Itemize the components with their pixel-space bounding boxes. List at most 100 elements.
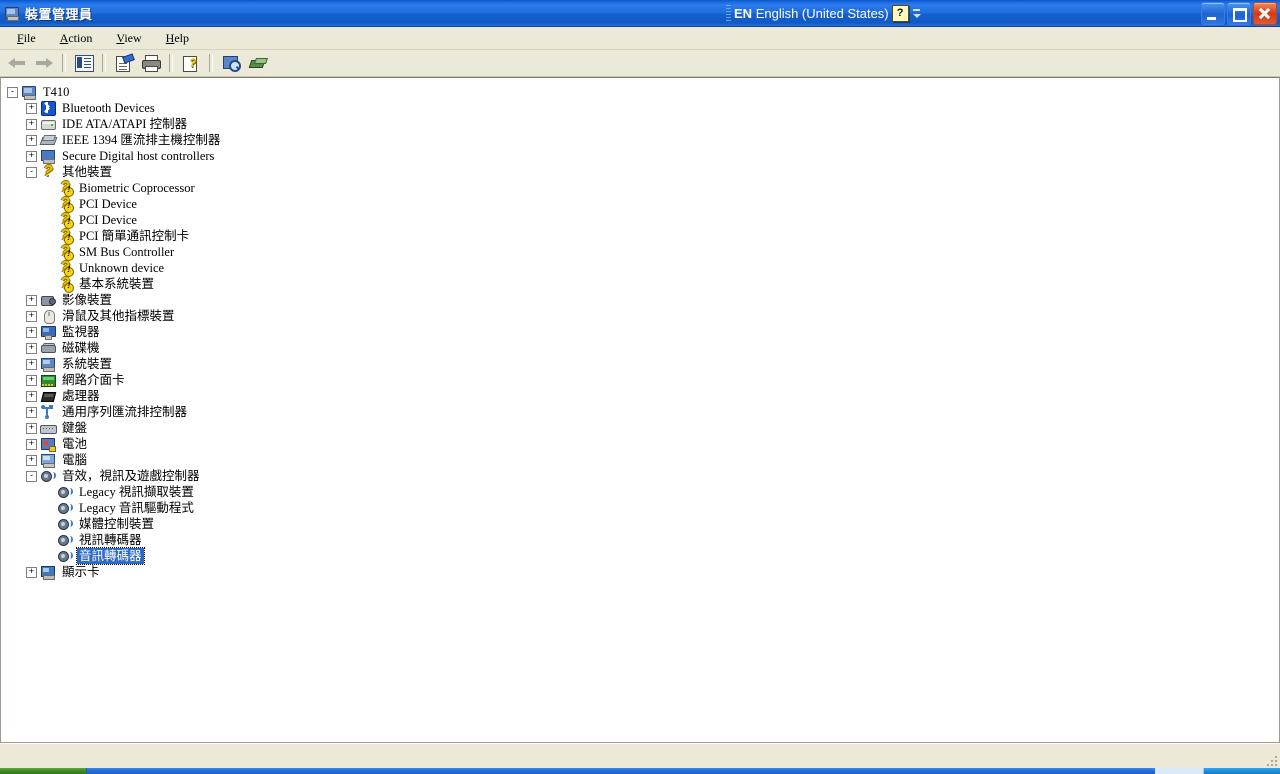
taskbar-quicklaunch[interactable] [1155, 768, 1203, 774]
language-code: EN [734, 5, 753, 21]
collapse-toggle-icon[interactable]: - [26, 470, 37, 482]
properties-button[interactable] [111, 51, 137, 75]
tree-node[interactable]: + 通用序列匯流排控制器 [7, 404, 1279, 420]
print-button[interactable] [138, 51, 164, 75]
tree-node[interactable]: + 磁碟機 [7, 340, 1279, 356]
expand-toggle-icon[interactable]: + [26, 102, 37, 114]
tree-node-label: 顯示卡 [62, 565, 100, 579]
expand-toggle-icon[interactable]: + [26, 150, 37, 162]
language-bar-options-icon[interactable] [912, 4, 922, 22]
tree-node[interactable]: ? 基本系統裝置 [7, 276, 1279, 293]
expand-toggle-icon[interactable]: + [26, 374, 37, 386]
start-button[interactable] [0, 768, 87, 774]
tree-node[interactable]: + Bluetooth Devices [7, 100, 1279, 116]
expand-toggle-icon[interactable]: + [26, 134, 37, 146]
language-bar[interactable]: EN English (United States) ? [726, 2, 922, 24]
tree-node[interactable]: - T410 [7, 84, 1279, 100]
expand-toggle-icon[interactable]: + [26, 326, 37, 338]
tree-node[interactable]: + 顯示卡 [7, 564, 1279, 580]
tree-node[interactable]: Legacy 音訊驅動程式 [7, 500, 1279, 516]
tree-node[interactable]: + IDE ATA/ATAPI 控制器 [7, 116, 1279, 132]
tree-node[interactable]: ? PCI 簡單通訊控制卡 [7, 228, 1279, 245]
device-tree-panel[interactable]: - T410 + Bluetooth Devices + IDE ATA/ATAPI 控制… [0, 77, 1280, 743]
taskbar-buttons-area[interactable] [87, 768, 1155, 774]
tree-node[interactable]: ? PCI Device [7, 196, 1279, 213]
tree-node[interactable]: -? 其他裝置 [7, 164, 1279, 180]
language-help-icon[interactable]: ? [891, 4, 909, 22]
tree-node[interactable]: + 鍵盤 [7, 420, 1279, 436]
tree-node[interactable]: 音訊轉碼器 [7, 547, 1279, 565]
expand-toggle-icon[interactable]: + [26, 406, 37, 418]
expand-toggle-icon[interactable]: + [26, 390, 37, 402]
tree-node[interactable]: ? PCI Device [7, 212, 1279, 229]
menu-action[interactable]: Action [51, 29, 102, 48]
close-button[interactable] [1253, 2, 1277, 25]
expand-toggle-icon[interactable]: + [26, 566, 37, 578]
menu-file[interactable]: File [8, 29, 45, 48]
tree-node-label: T410 [43, 85, 70, 99]
tree-node-label: PCI 簡單通訊控制卡 [79, 229, 190, 243]
tree-node[interactable]: ? Unknown device [7, 260, 1279, 277]
expand-toggle-icon[interactable]: + [26, 358, 37, 370]
tree-node-label: Legacy 音訊驅動程式 [79, 501, 194, 515]
help-button[interactable]: ? [178, 51, 204, 75]
restore-button[interactable] [1227, 2, 1251, 25]
tree-node-label: 滑鼠及其他指標裝置 [62, 309, 175, 323]
processor-icon [40, 388, 57, 404]
back-arrow-icon [8, 57, 26, 69]
expand-toggle-icon[interactable]: + [26, 438, 37, 450]
language-indicator[interactable]: EN English (United States) [734, 6, 889, 21]
tree-node-label: 網路介面卡 [62, 373, 125, 387]
scan-hardware-changes-button[interactable] [218, 51, 244, 75]
keyboard-icon [40, 420, 57, 436]
show-hide-tree-button[interactable] [71, 51, 97, 75]
language-bar-grip[interactable] [726, 5, 731, 21]
tree-node[interactable]: 視訊轉碼器 [7, 532, 1279, 548]
expand-toggle-icon[interactable]: + [26, 454, 37, 466]
tree-node[interactable]: + IEEE 1394 匯流排主機控制器 [7, 132, 1279, 148]
title-bar[interactable]: 裝置管理員 EN English (United States) ? [0, 0, 1280, 27]
tree-node[interactable]: + Secure Digital host controllers [7, 148, 1279, 164]
tree-node-label: 基本系統裝置 [79, 277, 155, 291]
forward-button[interactable] [31, 51, 57, 75]
tree-node[interactable]: + 電池 [7, 436, 1279, 452]
minimize-button[interactable] [1201, 2, 1225, 25]
menu-help[interactable]: Help [157, 29, 198, 48]
tree-node[interactable]: 媒體控制裝置 [7, 516, 1279, 532]
expand-toggle-icon[interactable]: + [26, 118, 37, 130]
tree-node[interactable]: Legacy 視訊擷取裝置 [7, 484, 1279, 500]
tree-node[interactable]: - 音效，視訊及遊戲控制器 [7, 468, 1279, 484]
tree-node[interactable]: ? Biometric Coprocessor [7, 180, 1279, 197]
expand-toggle-icon[interactable]: + [26, 294, 37, 306]
resize-grip[interactable] [1264, 753, 1278, 767]
tree-node[interactable]: + 影像裝置 [7, 292, 1279, 308]
menu-view[interactable]: View [107, 29, 150, 48]
expand-toggle-icon[interactable]: + [26, 310, 37, 322]
expand-toggle-icon[interactable]: + [26, 342, 37, 354]
back-button[interactable] [4, 51, 30, 75]
forward-arrow-icon [35, 57, 53, 69]
tree-node[interactable]: + 系統裝置 [7, 356, 1279, 372]
tree-node[interactable]: + 處理器 [7, 388, 1279, 404]
tree-node-label: 其他裝置 [62, 165, 113, 179]
tree-node[interactable]: + 監視器 [7, 324, 1279, 340]
tree-node[interactable]: ? SM Bus Controller [7, 244, 1279, 261]
collapse-toggle-icon[interactable]: - [26, 166, 37, 178]
tree-node[interactable]: + 滑鼠及其他指標裝置 [7, 308, 1279, 324]
collapse-toggle-icon[interactable]: - [7, 86, 18, 98]
tree-node[interactable]: + 電腦 [7, 452, 1279, 468]
taskbar[interactable] [0, 768, 1280, 774]
properties-icon [115, 53, 135, 72]
tree-node-label: 系統裝置 [62, 357, 113, 371]
scan-monitor-icon [222, 55, 241, 72]
ide-controller-icon [40, 116, 56, 132]
system-tray[interactable] [1203, 768, 1280, 774]
update-driver-button[interactable] [245, 51, 271, 75]
device-tree[interactable]: - T410 + Bluetooth Devices + IDE ATA/ATAPI 控制… [1, 78, 1279, 580]
tree-node[interactable]: + 網路介面卡 [7, 372, 1279, 388]
expand-toggle-icon[interactable]: + [26, 422, 37, 434]
